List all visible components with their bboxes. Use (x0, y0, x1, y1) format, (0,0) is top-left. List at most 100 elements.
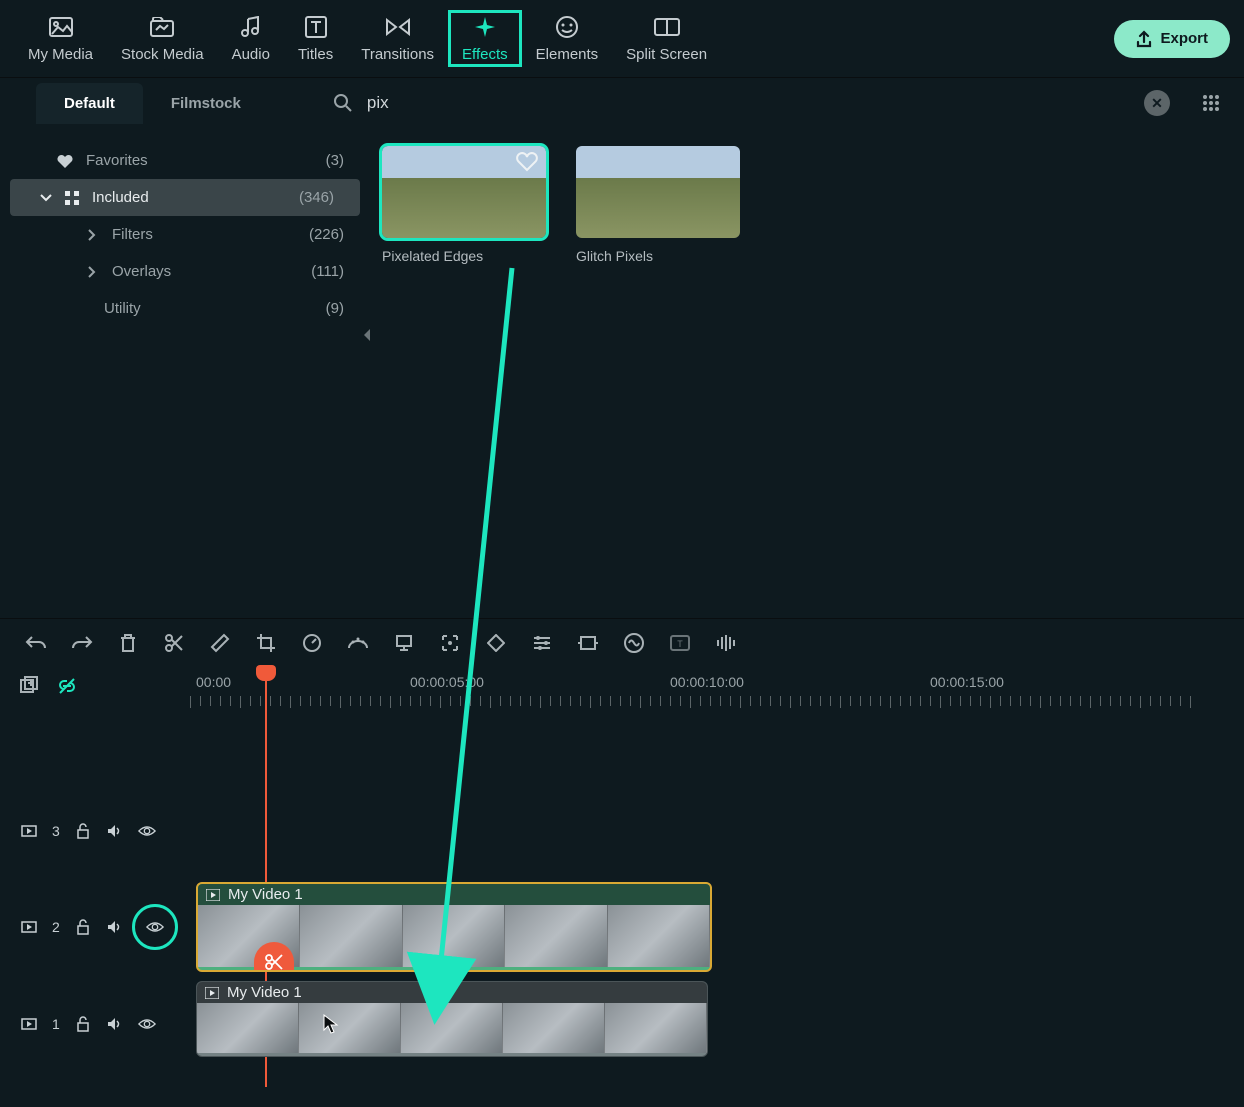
color-button[interactable] (346, 631, 370, 655)
visibility-icon (146, 918, 164, 936)
nav-audio[interactable]: Audio (218, 10, 284, 67)
redo-button[interactable] (70, 631, 94, 655)
add-track-button[interactable] (18, 675, 40, 697)
effect-card-glitch-pixels[interactable]: Glitch Pixels (576, 146, 740, 264)
nav-my-media[interactable]: My Media (14, 10, 107, 67)
video-track-icon (20, 918, 38, 936)
nav-effects[interactable]: Effects (448, 10, 522, 67)
svg-text:T: T (677, 639, 683, 649)
export-label: Export (1160, 30, 1208, 47)
visibility-icon[interactable] (138, 1015, 156, 1033)
mute-icon[interactable] (106, 1015, 124, 1033)
clip-title: My Video 1 (227, 984, 302, 1001)
heart-outline-icon[interactable] (516, 152, 538, 174)
search-wrap: ✕ (333, 87, 1244, 119)
time-ruler[interactable]: 00:00 00:00:05:00 00:00:10:00 00:00:15:0… (190, 673, 1244, 707)
timeline: 00:00 00:00:05:00 00:00:10:00 00:00:15:0… (0, 667, 1244, 1107)
lock-icon[interactable] (74, 822, 92, 840)
export-icon (1136, 30, 1152, 48)
text-icon (303, 14, 329, 40)
lock-icon[interactable] (74, 1015, 92, 1033)
sidebar-item-included[interactable]: Included (346) (10, 179, 360, 216)
link-button[interactable] (56, 675, 78, 697)
sidebar-item-utility[interactable]: Utility (9) (0, 290, 370, 327)
ruler-ticks: /* ticks drawn below via loop */ (190, 696, 1244, 708)
video-track-icon (20, 1015, 38, 1033)
lock-icon[interactable] (74, 918, 92, 936)
mute-icon[interactable] (106, 822, 124, 840)
track-number: 2 (52, 919, 60, 935)
motion-tracking-button[interactable] (438, 631, 462, 655)
heart-icon (56, 153, 74, 169)
sidebar-item-count: (111) (311, 263, 344, 280)
clear-search-button[interactable]: ✕ (1144, 90, 1170, 116)
mute-icon[interactable] (106, 918, 124, 936)
undo-button[interactable] (24, 631, 48, 655)
sidebar-item-count: (3) (326, 152, 344, 169)
image-icon (48, 14, 74, 40)
track-3: 3 (0, 787, 1244, 875)
grid-icon (64, 190, 80, 206)
sidebar-item-overlays[interactable]: Overlays (111) (0, 253, 370, 290)
grid-view-button[interactable] (1198, 90, 1224, 116)
effect-thumbnail (576, 146, 740, 238)
keyframe-button[interactable] (484, 631, 508, 655)
tab-default[interactable]: Default (36, 83, 143, 124)
search-input[interactable] (363, 87, 1134, 119)
visibility-highlight[interactable] (132, 904, 178, 950)
timeline-clip[interactable]: My Video 1 (196, 882, 712, 972)
sidebar-item-count: (9) (326, 300, 344, 317)
nav-label: My Media (28, 46, 93, 63)
nav-transitions[interactable]: Transitions (347, 10, 448, 67)
clip-label-bar: My Video 1 (198, 884, 710, 905)
track-number: 3 (52, 823, 60, 839)
adjust-button[interactable] (530, 631, 554, 655)
sidebar-item-label: Favorites (86, 152, 314, 169)
split-button[interactable] (162, 631, 186, 655)
speech-to-text-button[interactable]: T (668, 631, 692, 655)
visibility-icon[interactable] (138, 822, 156, 840)
speed-button[interactable] (300, 631, 324, 655)
effect-card-pixelated-edges[interactable]: Pixelated Edges (382, 146, 546, 264)
sidebar-item-filters[interactable]: Filters (226) (0, 216, 370, 253)
audio-wave-button[interactable] (714, 631, 738, 655)
collapse-handle-icon[interactable] (362, 328, 374, 344)
tag-button[interactable] (208, 631, 232, 655)
nav-label: Split Screen (626, 46, 707, 63)
timeline-clip[interactable]: My Video 1 (196, 981, 708, 1057)
green-screen-button[interactable] (392, 631, 416, 655)
sidebar-item-count: (226) (309, 226, 344, 243)
subnav: Default Filmstock ✕ (0, 78, 1244, 128)
sidebar-item-label: Overlays (112, 263, 299, 280)
mask-button[interactable] (576, 631, 600, 655)
nav-label: Titles (298, 46, 333, 63)
nav-elements[interactable]: Elements (522, 10, 613, 67)
content: Pixelated Edges Glitch Pixels (370, 128, 1244, 618)
nav-split-screen[interactable]: Split Screen (612, 10, 721, 67)
sparkle-icon (472, 14, 498, 40)
chevron-right-icon (88, 229, 100, 241)
sidebar-item-label: Utility (104, 300, 314, 317)
delete-button[interactable] (116, 631, 140, 655)
timeline-toolbar: T (0, 618, 1244, 667)
clip-label-bar: My Video 1 (197, 982, 707, 1003)
nav-label: Stock Media (121, 46, 204, 63)
nav-label: Effects (462, 46, 508, 63)
effects-grid: Pixelated Edges Glitch Pixels (382, 146, 1232, 264)
effect-label: Pixelated Edges (382, 248, 546, 264)
nav-titles[interactable]: Titles (284, 10, 347, 67)
tab-filmstock[interactable]: Filmstock (143, 83, 269, 124)
main-area: Favorites (3) Included (346) Filters (22… (0, 128, 1244, 618)
sidebar-item-label: Filters (112, 226, 297, 243)
audio-enhance-button[interactable] (622, 631, 646, 655)
crop-button[interactable] (254, 631, 278, 655)
sidebar-item-favorites[interactable]: Favorites (3) (0, 142, 370, 179)
search-icon (333, 93, 353, 113)
track-header: 1 (0, 979, 190, 1069)
export-button[interactable]: Export (1114, 20, 1230, 58)
play-icon (206, 889, 220, 901)
sidebar-item-count: (346) (299, 189, 334, 206)
nav-stock-media[interactable]: Stock Media (107, 10, 218, 67)
ruler-label: 00:00:15:00 (930, 674, 1004, 690)
nav-label: Audio (232, 46, 270, 63)
